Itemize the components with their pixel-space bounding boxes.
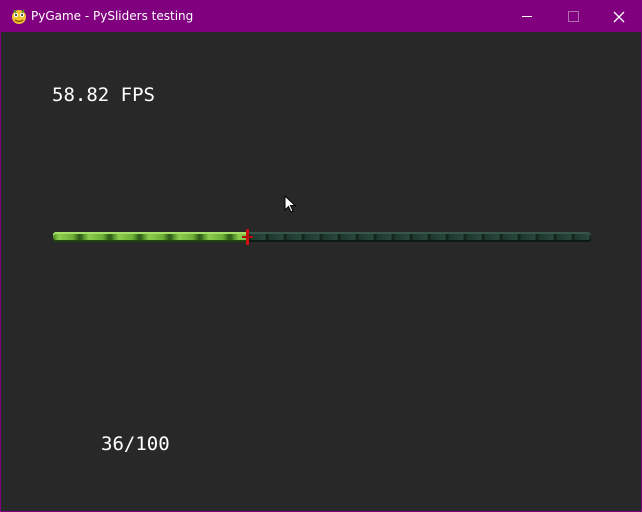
slider-fill — [53, 232, 247, 242]
pygame-canvas[interactable]: 58.82 FPS 36/100 — [1, 32, 641, 511]
maximize-button[interactable] — [550, 1, 596, 32]
maximize-icon — [567, 11, 579, 22]
fps-counter: 58.82 FPS — [52, 84, 155, 106]
minimize-button[interactable] — [504, 1, 550, 32]
app-window: PyGame - PySliders testing 58.82 FPS 36/… — [0, 0, 642, 512]
close-button[interactable] — [596, 1, 642, 32]
slider-thumb[interactable] — [241, 229, 253, 245]
window-title: PyGame - PySliders testing — [31, 9, 194, 23]
title-bar[interactable]: PyGame - PySliders testing — [1, 1, 641, 32]
pygame-snake-icon — [12, 9, 26, 24]
slider-value-readout: 36/100 — [101, 433, 170, 455]
mouse-pointer-icon — [284, 195, 296, 213]
minimize-icon — [522, 16, 532, 17]
close-icon — [613, 11, 625, 22]
slider-track[interactable] — [53, 229, 591, 245]
